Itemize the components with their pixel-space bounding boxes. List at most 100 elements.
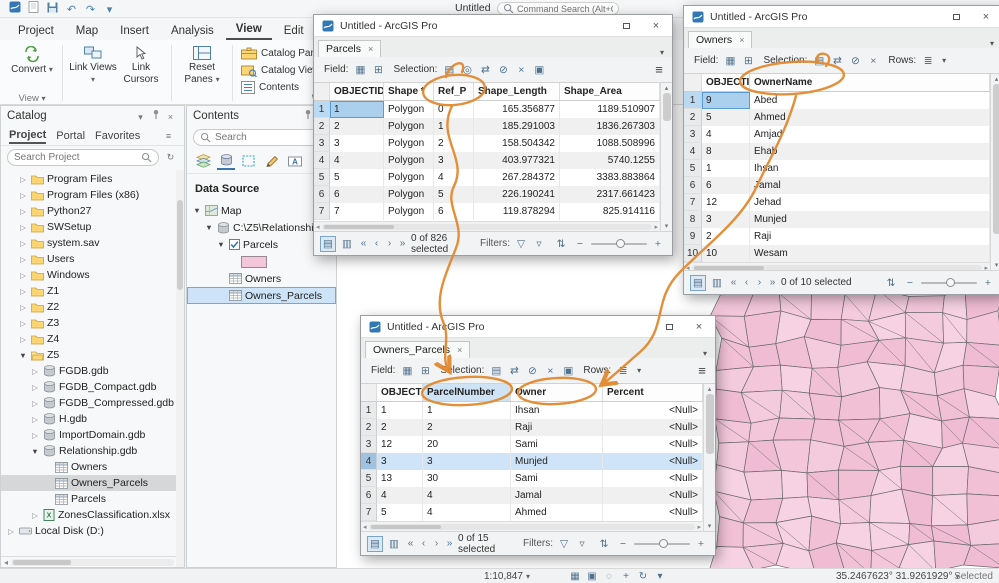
catalog-pane-button[interactable]: Catalog Pane xyxy=(239,46,324,61)
table-h-scrollbar[interactable]: ◂▸ xyxy=(684,262,990,270)
row-number[interactable]: 1 xyxy=(361,402,377,419)
filter-clear-icon[interactable]: ▿ xyxy=(574,536,590,552)
cell[interactable]: Raji xyxy=(511,419,603,436)
column-header-percent[interactable]: Percent xyxy=(603,384,703,401)
table-row[interactable]: 83Munjed xyxy=(684,211,990,228)
window-parcels[interactable]: Untitled - ArcGIS Pro × Parcels × ▾ Fiel… xyxy=(313,14,673,256)
copy-rows-icon[interactable]: ▣ xyxy=(560,363,576,379)
cell[interactable]: Polygon xyxy=(384,186,434,203)
cell[interactable]: 10 xyxy=(702,245,750,262)
row-number[interactable]: 6 xyxy=(314,186,330,203)
row-number[interactable]: 5 xyxy=(361,470,377,487)
catalog-item-z4[interactable]: ▷Z4 xyxy=(1,331,184,347)
row-number[interactable]: 10 xyxy=(684,245,702,262)
row-number[interactable]: 2 xyxy=(684,109,702,126)
collapse-icon[interactable]: ▼ xyxy=(216,240,226,249)
rows-layout-icon[interactable]: ≣ xyxy=(920,53,936,69)
cell[interactable]: Polygon xyxy=(384,203,434,220)
switch-selection-icon[interactable]: ⇄ xyxy=(506,363,522,379)
cell[interactable]: 3 xyxy=(423,453,511,470)
collapse-icon[interactable]: ▼ xyxy=(192,206,202,215)
cell[interactable]: 3383.883864 xyxy=(560,169,660,186)
restore-button[interactable] xyxy=(614,17,638,34)
cell[interactable]: Jehad xyxy=(750,194,990,211)
cell[interactable]: 30 xyxy=(423,470,511,487)
first-icon[interactable]: « xyxy=(405,536,416,552)
owners-attribute-table[interactable]: OBJECTID *OwnerName19Abed25Ahmed34Amjad4… xyxy=(684,73,999,270)
ribbon-tab-analysis[interactable]: Analysis xyxy=(161,22,224,40)
chevron-down-icon[interactable]: ▾ xyxy=(633,366,645,375)
table-row[interactable]: 66Polygon5226.1902412317.661423 xyxy=(314,186,660,203)
clear-selection-icon[interactable]: ⊘ xyxy=(524,363,540,379)
table-row[interactable]: 1010Wesam xyxy=(684,245,990,262)
row-number[interactable]: 8 xyxy=(684,211,702,228)
data-source-icon[interactable] xyxy=(217,153,235,170)
row-number[interactable]: 6 xyxy=(361,487,377,504)
collapse-icon[interactable]: ▼ xyxy=(18,351,28,360)
tab-owners-parcels[interactable]: Owners_Parcels × xyxy=(365,341,470,358)
prev-icon[interactable]: ‹ xyxy=(741,275,752,291)
close-tab-icon[interactable]: × xyxy=(739,35,744,45)
table-row[interactable]: 51Ihsan xyxy=(684,160,990,177)
column-header-shape[interactable]: Shape * xyxy=(384,83,434,100)
parcels-symbol-swatch[interactable] xyxy=(241,256,267,268)
cell[interactable]: Wesam xyxy=(750,245,990,262)
column-header-shape-length[interactable]: Shape_Length xyxy=(474,83,560,100)
expand-icon[interactable]: ▷ xyxy=(18,335,28,344)
catalog-item-python27[interactable]: ▷Python27 xyxy=(1,203,184,219)
scroll-left-icon[interactable]: ◂ xyxy=(4,558,8,567)
close-button[interactable]: × xyxy=(687,318,711,335)
expand-icon[interactable]: ▷ xyxy=(30,367,40,376)
catalog-item-program-files-x86[interactable]: ▷Program Files (x86) xyxy=(1,187,184,203)
collapse-icon[interactable]: ▼ xyxy=(30,447,40,456)
cell[interactable]: Raji xyxy=(750,228,990,245)
column-header-ownername[interactable]: OwnerName xyxy=(750,74,990,91)
catalog-item-owners-parcels[interactable]: Owners_Parcels xyxy=(1,475,184,491)
cell[interactable]: 12 xyxy=(702,194,750,211)
expand-icon[interactable]: ▷ xyxy=(18,175,28,184)
cell[interactable]: 5 xyxy=(377,504,423,521)
cell[interactable]: 4 xyxy=(423,504,511,521)
convert-button[interactable]: Convert ▾ xyxy=(8,42,56,91)
prev-icon[interactable]: ‹ xyxy=(371,236,382,252)
table-view-icon[interactable]: ▤ xyxy=(320,236,336,252)
catalog-item-fgdb-compact-gdb[interactable]: ▷FGDB_Compact.gdb xyxy=(1,379,184,395)
cell[interactable]: 2 xyxy=(330,118,384,135)
column-header-objectid[interactable]: OBJECTID xyxy=(377,384,423,401)
select-attributes-icon[interactable]: ▤ xyxy=(441,62,457,78)
clear-selection-icon[interactable]: ⊘ xyxy=(847,53,863,69)
zoom-out-icon[interactable]: − xyxy=(902,275,918,291)
cell[interactable]: 185.291003 xyxy=(474,118,560,135)
copy-rows-icon[interactable]: ▣ xyxy=(531,62,547,78)
arcgis-icon[interactable] xyxy=(5,0,24,15)
zoom-slider[interactable] xyxy=(921,282,977,284)
cell[interactable]: Jamal xyxy=(750,177,990,194)
restore-button[interactable] xyxy=(944,8,968,25)
grid-icon[interactable]: ▦ xyxy=(568,570,582,583)
column-header-shape-area[interactable]: Shape_Area xyxy=(560,83,660,100)
cell[interactable]: Abed xyxy=(750,92,990,109)
table-view-icon[interactable]: ▤ xyxy=(367,536,383,552)
cell[interactable]: 5 xyxy=(330,169,384,186)
cell[interactable]: 2 xyxy=(377,419,423,436)
table-v-scrollbar[interactable]: ▴▾ xyxy=(660,83,672,231)
cell[interactable]: <Null> xyxy=(603,470,703,487)
table-row[interactable]: 222Raji<Null> xyxy=(361,419,703,436)
catalog-item-relationship-gdb[interactable]: ▼Relationship.gdb xyxy=(1,443,184,459)
row-number[interactable]: 9 xyxy=(684,228,702,245)
delete-rows-icon[interactable]: × xyxy=(513,62,529,78)
catalog-item-importdomain-gdb[interactable]: ▷ImportDomain.gdb xyxy=(1,427,184,443)
row-number[interactable]: 4 xyxy=(314,152,330,169)
cell[interactable]: <Null> xyxy=(603,402,703,419)
cell[interactable]: 1 xyxy=(377,402,423,419)
column-header-ref-p[interactable]: Ref_P xyxy=(434,83,474,100)
row-number[interactable]: 5 xyxy=(684,160,702,177)
table-row[interactable]: 48Ehab xyxy=(684,143,990,160)
command-search-input[interactable] xyxy=(517,4,613,14)
pin-icon[interactable] xyxy=(148,109,163,120)
select-all-corner[interactable] xyxy=(684,74,702,91)
cell[interactable]: 403.977321 xyxy=(474,152,560,169)
cell[interactable]: 1 xyxy=(423,402,511,419)
parcels-attribute-table[interactable]: OBJECTID *Shape *Ref_PShape_LengthShape_… xyxy=(314,82,672,231)
cell[interactable]: 9 xyxy=(702,92,750,109)
